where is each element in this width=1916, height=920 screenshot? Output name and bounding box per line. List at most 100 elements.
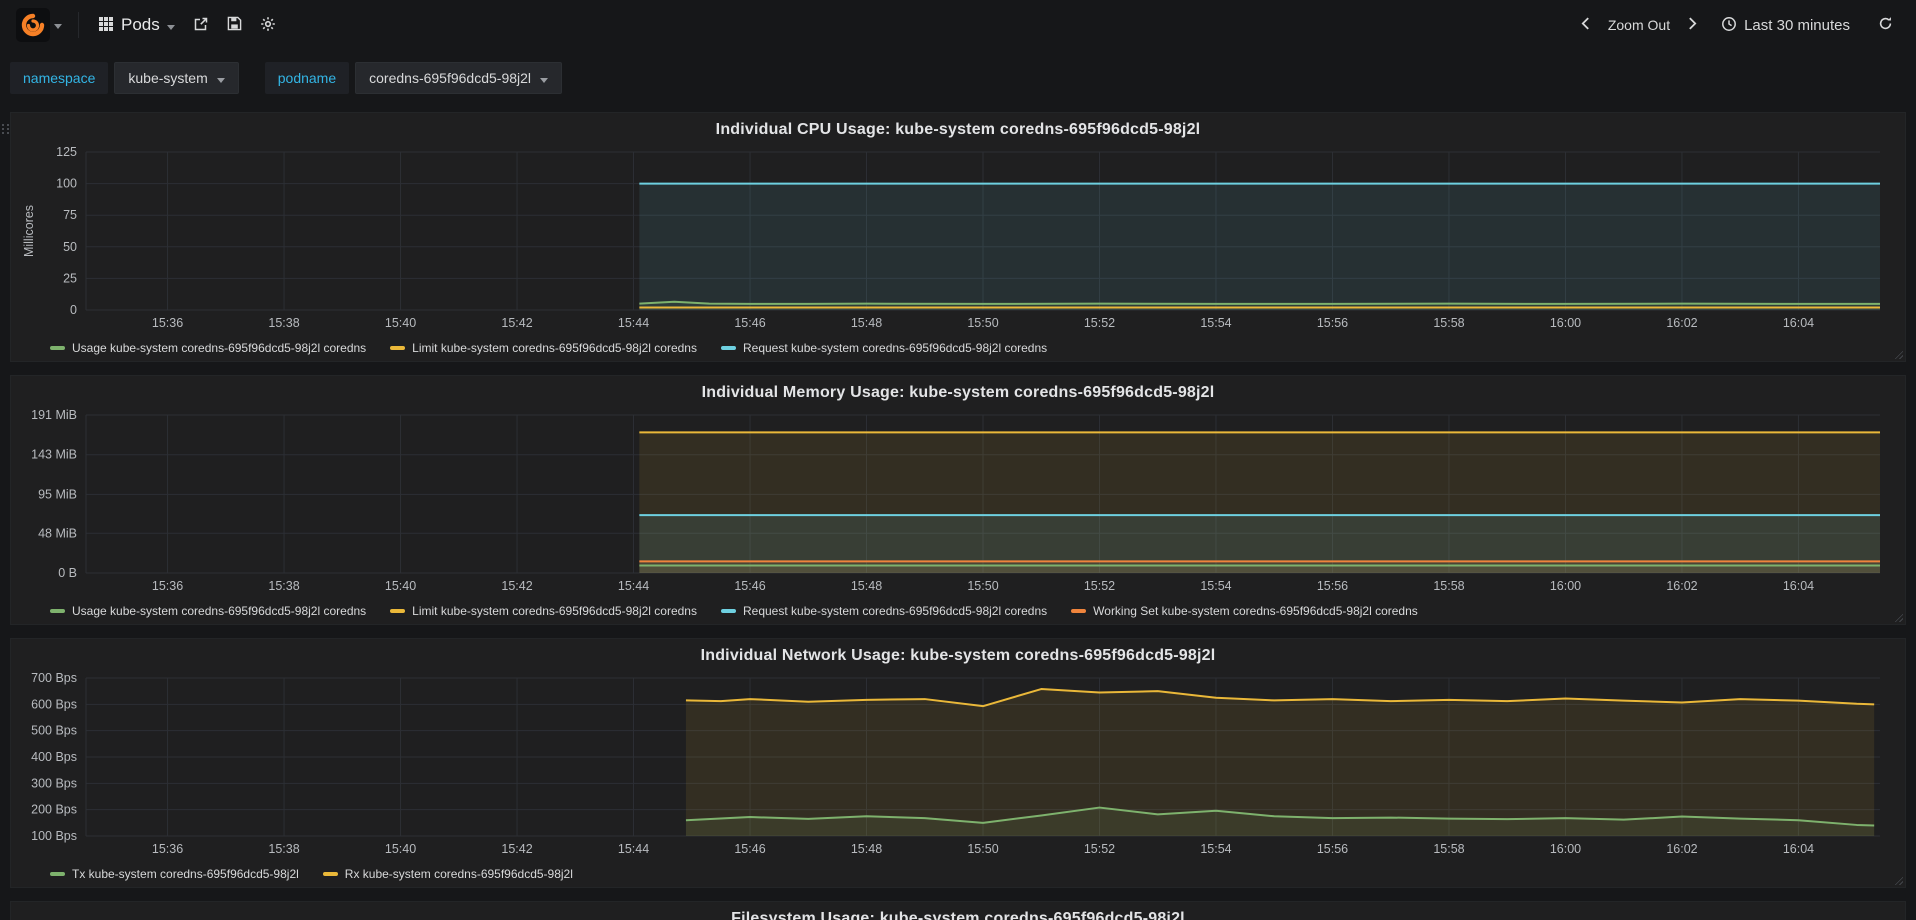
- svg-text:15:52: 15:52: [1084, 316, 1115, 330]
- time-back-button[interactable]: [1572, 9, 1599, 41]
- svg-text:15:44: 15:44: [618, 579, 649, 593]
- svg-text:700 Bps: 700 Bps: [31, 671, 77, 685]
- svg-text:75: 75: [63, 208, 77, 222]
- svg-text:300 Bps: 300 Bps: [31, 776, 77, 790]
- svg-text:15:48: 15:48: [851, 579, 882, 593]
- panel-memory: Individual Memory Usage: kube-system cor…: [10, 375, 1906, 625]
- legend-swatch: [322, 872, 338, 876]
- dashboard-title: Pods: [121, 15, 160, 34]
- panel-title[interactable]: Individual CPU Usage: kube-system coredn…: [20, 118, 1896, 144]
- svg-text:15:42: 15:42: [501, 316, 532, 330]
- legend: Usage kube-system coredns-695f96dcd5-98j…: [50, 336, 1896, 360]
- memory-graph[interactable]: 0 B 48 MiB 95 MiB 143 MiB 191 MiB 15:36 15:38 1…: [20, 407, 1896, 597]
- legend: Tx kube-system coredns-695f96dcd5-98j2l R…: [50, 862, 1896, 886]
- svg-text:600 Bps: 600 Bps: [31, 697, 77, 711]
- podname-select[interactable]: coredns-695f96dcd5-98j2l: [355, 62, 563, 94]
- svg-text:16:02: 16:02: [1666, 579, 1697, 593]
- network-graph[interactable]: 100 Bps 200 Bps 300 Bps 400 Bps 500 Bps 600 B…: [20, 670, 1896, 860]
- svg-text:15:42: 15:42: [501, 842, 532, 856]
- cpu-graph[interactable]: 0 25 50 75 100 125 15:36 15:38 15:40 15:42 15:44 15…: [20, 144, 1896, 334]
- panel-title[interactable]: Individual Network Usage: kube-system co…: [20, 644, 1896, 670]
- svg-text:15:50: 15:50: [967, 579, 998, 593]
- chevron-right-icon: [1688, 17, 1697, 33]
- legend-item[interactable]: Rx kube-system coredns-695f96dcd5-98j2l: [322, 867, 573, 881]
- row-drag-handle[interactable]: [2, 124, 10, 134]
- svg-text:15:42: 15:42: [501, 579, 532, 593]
- svg-text:15:46: 15:46: [734, 842, 765, 856]
- dashboard-picker[interactable]: Pods: [89, 7, 184, 43]
- divider: [78, 12, 79, 38]
- svg-text:15:40: 15:40: [385, 316, 416, 330]
- svg-text:15:38: 15:38: [268, 579, 299, 593]
- time-forward-button[interactable]: [1679, 9, 1706, 41]
- svg-text:15:56: 15:56: [1317, 579, 1348, 593]
- svg-text:15:58: 15:58: [1433, 316, 1464, 330]
- settings-button[interactable]: [251, 8, 285, 43]
- legend-label: Usage kube-system coredns-695f96dcd5-98j…: [72, 341, 367, 355]
- svg-text:15:46: 15:46: [734, 316, 765, 330]
- refresh-button[interactable]: [1869, 8, 1902, 42]
- legend-item[interactable]: Request kube-system coredns-695f96dcd5-9…: [720, 604, 1047, 618]
- svg-text:400 Bps: 400 Bps: [31, 750, 77, 764]
- caret-down-icon: [216, 70, 225, 86]
- zoom-out-label: Zoom Out: [1607, 17, 1671, 33]
- legend-item[interactable]: Usage kube-system coredns-695f96dcd5-98j…: [50, 604, 366, 618]
- save-button[interactable]: [218, 8, 251, 42]
- svg-text:16:04: 16:04: [1783, 579, 1814, 593]
- svg-text:0 B: 0 B: [58, 566, 77, 580]
- svg-text:143 MiB: 143 MiB: [31, 448, 77, 462]
- caret-down-icon: [540, 70, 549, 86]
- gear-icon: [260, 16, 276, 35]
- svg-text:0: 0: [70, 303, 77, 317]
- svg-text:15:38: 15:38: [268, 842, 299, 856]
- legend-item[interactable]: Limit kube-system coredns-695f96dcd5-98j…: [390, 341, 697, 355]
- chevron-left-icon: [1581, 17, 1590, 33]
- legend-label: Working Set kube-system coredns-695f96dc…: [1093, 604, 1418, 618]
- svg-text:15:36: 15:36: [152, 842, 183, 856]
- svg-text:200 Bps: 200 Bps: [31, 803, 77, 817]
- panel-title[interactable]: Filesystem Usage: kube-system coredns-69…: [20, 907, 1896, 920]
- legend-item[interactable]: Usage kube-system coredns-695f96dcd5-98j…: [50, 341, 366, 355]
- panel-filesystem: Filesystem Usage: kube-system coredns-69…: [10, 901, 1906, 920]
- legend-swatch: [50, 346, 65, 350]
- template-variables-row: namespace kube-system podname coredns-69…: [0, 50, 1916, 106]
- save-icon: [227, 16, 242, 34]
- svg-text:15:56: 15:56: [1317, 842, 1348, 856]
- svg-text:100 Bps: 100 Bps: [31, 829, 77, 843]
- legend-item[interactable]: Limit kube-system coredns-695f96dcd5-98j…: [390, 604, 697, 618]
- panel-title[interactable]: Individual Memory Usage: kube-system cor…: [20, 381, 1896, 407]
- svg-text:15:38: 15:38: [268, 316, 299, 330]
- svg-text:16:00: 16:00: [1550, 579, 1581, 593]
- legend-item[interactable]: Working Set kube-system coredns-695f96dc…: [1071, 604, 1418, 618]
- svg-text:16:04: 16:04: [1783, 316, 1814, 330]
- svg-text:191 MiB: 191 MiB: [31, 408, 77, 422]
- namespace-select[interactable]: kube-system: [114, 62, 239, 94]
- grafana-logo-icon: [16, 8, 50, 42]
- legend-swatch: [720, 346, 736, 350]
- svg-text:16:00: 16:00: [1550, 842, 1581, 856]
- svg-text:100: 100: [56, 177, 77, 191]
- share-button[interactable]: [184, 8, 218, 43]
- svg-text:15:48: 15:48: [851, 842, 882, 856]
- legend-item[interactable]: Tx kube-system coredns-695f96dcd5-98j2l: [50, 867, 299, 881]
- legend-swatch: [50, 609, 65, 613]
- legend-swatch: [720, 609, 736, 613]
- svg-text:15:54: 15:54: [1200, 316, 1231, 330]
- variable-namespace-label: namespace: [10, 62, 109, 94]
- grafana-logo[interactable]: [10, 4, 68, 46]
- time-range-button[interactable]: Last 30 minutes: [1712, 8, 1859, 43]
- svg-text:15:40: 15:40: [385, 842, 416, 856]
- dashboard-grid: Individual CPU Usage: kube-system coredn…: [0, 106, 1916, 920]
- podname-value: coredns-695f96dcd5-98j2l: [369, 70, 532, 86]
- legend-swatch: [50, 872, 65, 876]
- svg-text:15:40: 15:40: [385, 579, 416, 593]
- apps-grid-icon: [98, 16, 114, 35]
- legend-swatch: [390, 346, 406, 350]
- zoom-out-button[interactable]: Zoom Out: [1599, 9, 1679, 41]
- legend-item[interactable]: Request kube-system coredns-695f96dcd5-9…: [720, 341, 1047, 355]
- svg-text:15:58: 15:58: [1433, 842, 1464, 856]
- namespace-value: kube-system: [128, 70, 208, 86]
- time-range-label: Last 30 minutes: [1744, 16, 1850, 34]
- clock-icon: [1721, 16, 1737, 35]
- caret-down-icon: [166, 17, 175, 33]
